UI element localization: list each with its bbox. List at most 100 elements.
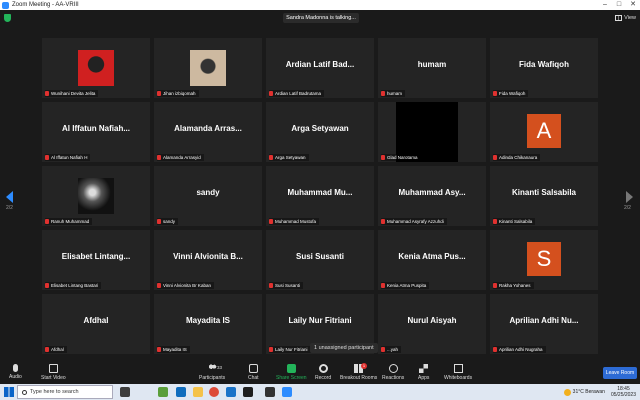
participant-tile[interactable]: Alamanda Arras... Alamanda Arrasyid: [154, 102, 262, 162]
muted-microphone-icon: [381, 155, 385, 160]
participant-tile[interactable]: Mayadita IS Mayadita IS: [154, 294, 262, 354]
windows-start-icon[interactable]: [4, 387, 14, 397]
participant-tile[interactable]: Afdhal Afdhal: [42, 294, 150, 354]
participant-tile[interactable]: sandy sandy: [154, 166, 262, 226]
participant-display-name: Mayadita IS: [185, 316, 230, 325]
security-shield-icon[interactable]: [4, 14, 11, 22]
participant-tile[interactable]: Elisabet Lintang... Elisabet Lintang Bast…: [42, 230, 150, 290]
participant-tile[interactable]: Ranuh Muhammad: [42, 166, 150, 226]
start-video-button[interactable]: Start Video: [41, 364, 66, 381]
participant-tile[interactable]: A Adinda Chikanaura: [490, 102, 598, 162]
participant-tile[interactable]: Vinni Alvionita B... Vinni Alvionita Br K…: [154, 230, 262, 290]
participant-tile[interactable]: Susi Susanti Susi Susanti: [266, 230, 374, 290]
participant-label-text: Mayadita IS: [163, 347, 187, 352]
participant-name-label: Arga Setyawan: [269, 154, 309, 161]
participant-name-label: humam: [381, 90, 406, 97]
participant-display-name: Nurul Aisyah: [407, 316, 457, 325]
participants-icon: [207, 364, 217, 373]
record-icon: [318, 364, 328, 373]
participant-name-label: Elisabet Lintang Bastari: [45, 282, 102, 289]
audio-button[interactable]: Audio: [9, 364, 22, 380]
edge-browser-icon[interactable]: [176, 387, 186, 397]
participant-display-name: Susi Susanti: [295, 252, 344, 261]
muted-microphone-icon: [269, 219, 273, 224]
reactions-label: Reactions: [382, 375, 405, 381]
record-button[interactable]: Record: [315, 364, 331, 381]
chat-bubble-icon: [248, 364, 258, 373]
muted-microphone-icon: [157, 347, 161, 352]
chat-button[interactable]: Chat: [248, 364, 259, 381]
participant-label-text: Elisabet Lintang Bastari: [51, 283, 99, 288]
muted-microphone-icon: [493, 283, 497, 288]
participants-label: Participants: [199, 375, 226, 381]
participant-display-name: sandy: [196, 188, 220, 197]
participant-tile[interactable]: S Rakha Yohanes: [490, 230, 598, 290]
pinned-app-icon-2[interactable]: [226, 387, 236, 397]
minimize-button[interactable]: –: [598, 0, 612, 10]
participant-tile[interactable]: Muhammad Asy... Muhammad Asyrafy Azzuhdi: [378, 166, 486, 226]
participant-tile[interactable]: Muhammad Mu... Muhammad Mustofa: [266, 166, 374, 226]
participant-tile[interactable]: Wunihani Devita Jelita: [42, 38, 150, 98]
pinned-app-icon-4[interactable]: [265, 387, 275, 397]
participants-count: 33: [217, 365, 223, 370]
next-page-arrow-icon[interactable]: [626, 191, 633, 203]
muted-microphone-icon: [269, 155, 273, 160]
muted-microphone-icon: [493, 155, 497, 160]
participant-tile[interactable]: Fida Wafiqoh Fida Wafiqoh: [490, 38, 598, 98]
participant-label-text: Glad Narotama: [387, 155, 418, 160]
participant-label-text: Ardian Latif Badrutama: [275, 91, 322, 96]
participant-display-name: Ardian Latif Bad...: [285, 60, 355, 69]
participant-tile[interactable]: Jihan izbiqomah: [154, 38, 262, 98]
muted-microphone-icon: [157, 219, 161, 224]
clock[interactable]: 18:45 05/25/2023: [611, 386, 636, 398]
participant-name-label: Vinni Alvionita Br Kaban: [157, 282, 214, 289]
muted-microphone-icon: [269, 91, 273, 96]
participant-label-text: Jihan izbiqomah: [163, 91, 196, 96]
zoom-taskbar-icon[interactable]: [282, 387, 292, 397]
task-view-icon[interactable]: [120, 387, 130, 397]
clock-date: 05/25/2023: [610, 392, 636, 398]
view-button[interactable]: View: [615, 13, 636, 23]
participant-label-text: Vinni Alvionita Br Kaban: [163, 283, 211, 288]
participant-name-label: sandy: [157, 218, 179, 225]
taskbar-search-box[interactable]: Type here to search: [17, 385, 113, 399]
previous-page-arrow-icon[interactable]: [6, 191, 13, 203]
participant-display-name: Fida Wafiqoh: [519, 60, 569, 69]
participant-tile[interactable]: Ardian Latif Bad... Ardian Latif Badrutam…: [266, 38, 374, 98]
participant-tile[interactable]: humam humam: [378, 38, 486, 98]
participant-tile[interactable]: Glad Narotama: [378, 102, 486, 162]
leave-room-button[interactable]: Leave Room: [603, 367, 637, 379]
weather-text: 31°C Berawan: [572, 389, 605, 395]
whiteboards-button[interactable]: Whiteboards: [444, 364, 472, 381]
audio-label: Audio: [9, 374, 22, 380]
participant-label-text: sandy: [163, 219, 176, 224]
participant-tile[interactable]: Arga Setyawan Arga Setyawan: [266, 102, 374, 162]
participant-name-label: Jihan izbiqomah: [157, 90, 199, 97]
participant-tile[interactable]: Al Iffatun Nafiah... Al Iffatun Nafiah H: [42, 102, 150, 162]
record-label: Record: [315, 375, 332, 381]
close-button[interactable]: ✕: [626, 0, 640, 10]
participant-tile[interactable]: Aprilian Adhi Nu... Aprilian Adhi Nugraha: [490, 294, 598, 354]
pinned-app-icon-3[interactable]: [243, 387, 253, 397]
reactions-button[interactable]: Reactions: [382, 364, 404, 381]
participant-display-name: Al Iffatun Nafiah...: [62, 124, 130, 133]
apps-button[interactable]: Apps: [418, 364, 429, 381]
breakout-rooms-label: Breakout Rooms: [340, 375, 378, 381]
chrome-browser-icon[interactable]: [209, 387, 219, 397]
muted-microphone-icon: [157, 91, 161, 96]
maximize-button[interactable]: □: [612, 0, 626, 10]
grid-view-icon: [615, 15, 623, 21]
participant-display-name: Laily Nur Fitriani: [288, 316, 352, 325]
participant-name-label: Ardian Latif Badrutama: [269, 90, 325, 97]
share-screen-label: Share Screen: [276, 375, 307, 381]
participant-label-text: Ranuh Muhammad: [51, 219, 90, 224]
apps-label: Apps: [418, 375, 430, 381]
participant-tile[interactable]: Kinanti Salsabila Kinanti Salsabila: [490, 166, 598, 226]
muted-microphone-icon: [493, 219, 497, 224]
share-screen-button[interactable]: Share Screen: [276, 364, 307, 381]
file-explorer-icon[interactable]: [193, 387, 203, 397]
participant-tile[interactable]: Kenia Atma Pus... Kenia Atma Puspita: [378, 230, 486, 290]
participant-tile[interactable]: Nurul Aisyah ...yah: [378, 294, 486, 354]
breakout-rooms-button[interactable]: Breakout Rooms: [340, 364, 377, 381]
pinned-app-icon[interactable]: [158, 387, 168, 397]
